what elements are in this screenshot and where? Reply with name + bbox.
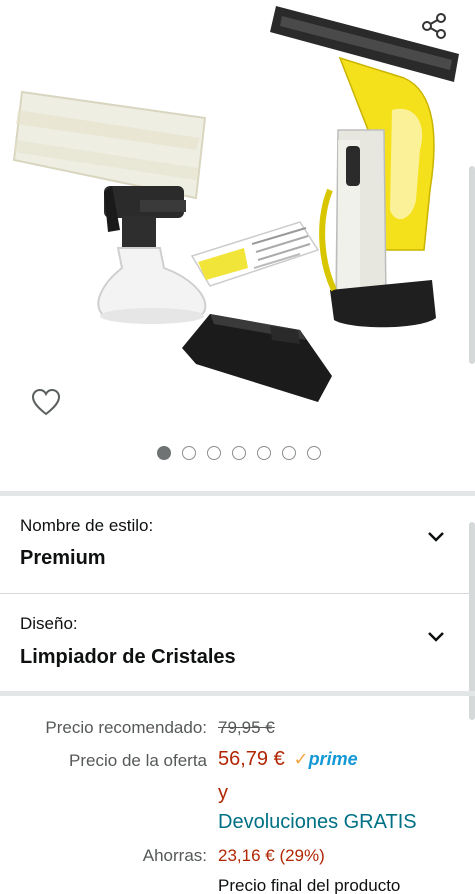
spray-bottle	[97, 186, 207, 324]
variation-design-value: Limpiador de Cristales	[20, 646, 236, 668]
pagination-dot[interactable]	[156, 446, 171, 460]
variation-style-label: Nombre de estilo:	[20, 516, 154, 535]
image-pagination-dots	[0, 446, 475, 460]
pagination-dot[interactable]	[181, 446, 196, 460]
gallery-scrollbar[interactable]	[469, 166, 475, 364]
deal-price-block: 56,79 € ✓ prime	[218, 748, 358, 771]
section-divider	[0, 691, 475, 696]
deal-price-value: 56,79 €	[218, 748, 285, 770]
product-image-gallery[interactable]	[0, 0, 475, 490]
pagination-dot[interactable]	[281, 446, 296, 460]
microfibre-pad	[12, 90, 207, 200]
deal-price-label: Precio de la oferta	[69, 751, 207, 770]
wishlist-heart-icon[interactable]	[24, 380, 68, 424]
pagination-dot[interactable]	[256, 446, 271, 460]
final-price-text: Precio final del producto	[218, 876, 401, 894]
share-icon[interactable]	[414, 6, 454, 46]
list-price-label: Precio recomendado:	[45, 718, 207, 737]
chevron-down-icon[interactable]	[422, 523, 450, 551]
list-price-value: 79,95 €	[218, 718, 275, 737]
product-image[interactable]	[0, 0, 475, 440]
prime-badge[interactable]: ✓ prime	[293, 749, 357, 770]
pagination-dot[interactable]	[306, 446, 321, 460]
prime-label: prime	[308, 749, 358, 769]
savings-label: Ahorras:	[142, 846, 207, 865]
variation-design-selector[interactable]: Diseño: Limpiador de Cristales	[0, 594, 475, 690]
and-text: y	[218, 782, 228, 804]
chevron-down-icon[interactable]	[422, 623, 450, 651]
prime-check-icon: ✓	[293, 749, 309, 769]
instruction-leaflet	[190, 221, 320, 287]
variation-style-value: Premium	[20, 547, 106, 569]
window-vacuum	[270, 6, 459, 328]
squeegee-blade	[182, 314, 332, 402]
pagination-dot[interactable]	[206, 446, 221, 460]
savings-value: 23,16 € (29%)	[218, 846, 325, 865]
variation-design-label: Diseño:	[20, 614, 78, 633]
pagination-dot[interactable]	[231, 446, 246, 460]
variation-style-selector[interactable]: Nombre de estilo: Premium	[0, 496, 475, 592]
free-returns-link[interactable]: Devoluciones GRATIS	[218, 811, 417, 834]
